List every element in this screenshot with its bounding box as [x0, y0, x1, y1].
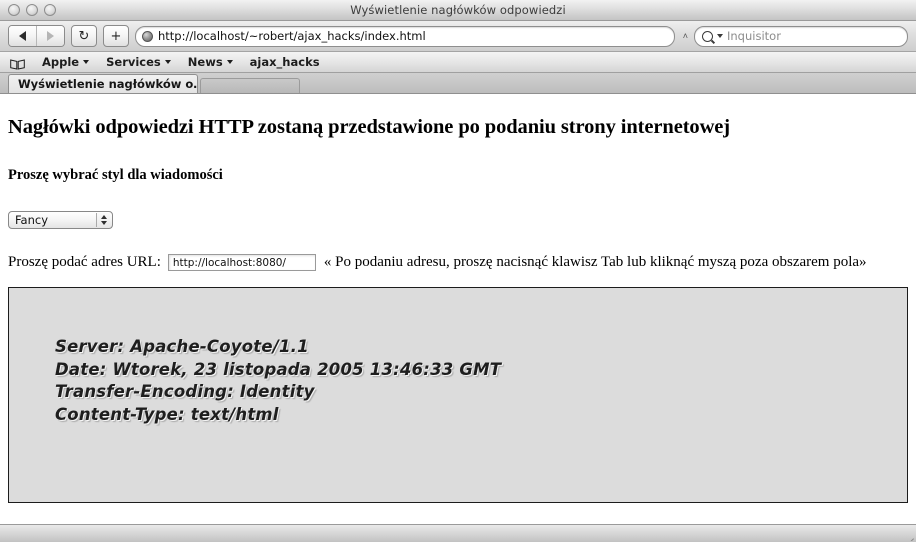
globe-favicon-icon: [142, 30, 153, 42]
bookmark-item-services[interactable]: Services: [106, 55, 171, 69]
page-subtitle: Proszę wybrać styl dla wiadomości: [8, 167, 223, 183]
page-content: Nagłówki odpowiedzi HTTP zostaną przedst…: [0, 94, 916, 524]
browser-toolbar: ↻ + http://localhost/~robert/ajax_hacks/…: [0, 21, 916, 52]
book-icon[interactable]: [10, 57, 25, 70]
header-line: Transfer-Encoding: Identity: [55, 382, 315, 401]
bookmark-item-apple[interactable]: Apple: [42, 55, 90, 69]
address-bar-value: http://localhost/~robert/ajax_hacks/inde…: [158, 29, 426, 43]
page-title: Nagłówki odpowiedzi HTTP zostaną przedst…: [8, 116, 731, 138]
tab-inactive-placeholder[interactable]: [200, 78, 300, 93]
chevron-down-icon: [226, 60, 233, 64]
minimize-button[interactable]: [26, 4, 38, 16]
address-bar[interactable]: http://localhost/~robert/ajax_hacks/inde…: [135, 25, 675, 47]
bookmark-label: News: [187, 55, 223, 69]
navigation-button-group: [8, 25, 65, 47]
forward-button[interactable]: [36, 26, 64, 46]
header-line: Date: Wtorek, 23 listopada 2005 13:46:33…: [55, 359, 502, 379]
tab-active[interactable]: Wyświetlenie nagłówków o…: [8, 74, 198, 93]
close-button[interactable]: [8, 4, 20, 16]
chevron-down-icon: [83, 60, 90, 64]
reload-button[interactable]: ↻: [71, 25, 97, 47]
browser-window: Wyświetlenie nagłówków odpowiedzi ↻ + ht…: [0, 0, 916, 542]
bookmark-label: Services: [106, 55, 161, 69]
bookmark-item-news[interactable]: News: [188, 55, 233, 69]
window-title: Wyświetlenie nagłówków odpowiedzi: [350, 3, 566, 17]
style-select-stepper[interactable]: [96, 213, 110, 227]
bookmark-label: Apple: [42, 55, 80, 69]
tab-label: Wyświetlenie nagłówków o…: [18, 77, 198, 91]
header-line: Server: Apache-Coyote/1.1: [55, 337, 309, 356]
back-arrow-icon: [19, 31, 26, 41]
url-input-value: http://localhost:8080/: [172, 256, 286, 269]
url-input[interactable]: http://localhost:8080/: [167, 254, 316, 271]
chevron-up-icon: [100, 215, 107, 219]
plus-icon: +: [110, 28, 122, 44]
back-button[interactable]: [9, 26, 36, 46]
resize-grip-icon[interactable]: [901, 528, 914, 541]
search-input[interactable]: Inquisitor: [694, 25, 908, 47]
address-bar-dropdown-icon[interactable]: ˄: [683, 31, 688, 41]
response-headers-box: Server: Apache-Coyote/1.1 Date: Wtorek, …: [8, 287, 908, 503]
chevron-down-icon: [100, 221, 107, 225]
forward-arrow-icon: [47, 31, 54, 41]
url-input-label: Proszę podać adres URL:: [8, 254, 161, 270]
bookmark-label: ajax_hacks: [249, 55, 320, 69]
zoom-button[interactable]: [44, 4, 56, 16]
status-bar: [0, 524, 916, 542]
url-input-hint: « Po podaniu adresu, proszę nacisnąć kla…: [323, 254, 867, 270]
bookmarks-bar: Apple Services News ajax_hacks: [0, 52, 916, 73]
reload-icon: ↻: [78, 28, 90, 44]
tab-bar: Wyświetlenie nagłówków o…: [0, 73, 916, 94]
traffic-light-buttons: [8, 4, 56, 16]
add-bookmark-button[interactable]: +: [103, 25, 129, 47]
title-bar: Wyświetlenie nagłówków odpowiedzi: [0, 0, 916, 21]
style-select-row: Fancy: [8, 211, 908, 229]
url-entry-row: Proszę podać adres URL: http://localhost…: [8, 254, 908, 271]
chevron-down-icon: [164, 60, 171, 64]
style-select-value: Fancy: [15, 213, 49, 227]
bookmark-item-ajax-hacks[interactable]: ajax_hacks: [250, 55, 320, 69]
search-icon: [702, 30, 713, 42]
search-options-chevron-down-icon[interactable]: [717, 34, 723, 38]
search-placeholder: Inquisitor: [727, 29, 781, 43]
style-select[interactable]: Fancy: [8, 211, 113, 229]
header-line: Content-Type: text/html: [55, 404, 279, 424]
